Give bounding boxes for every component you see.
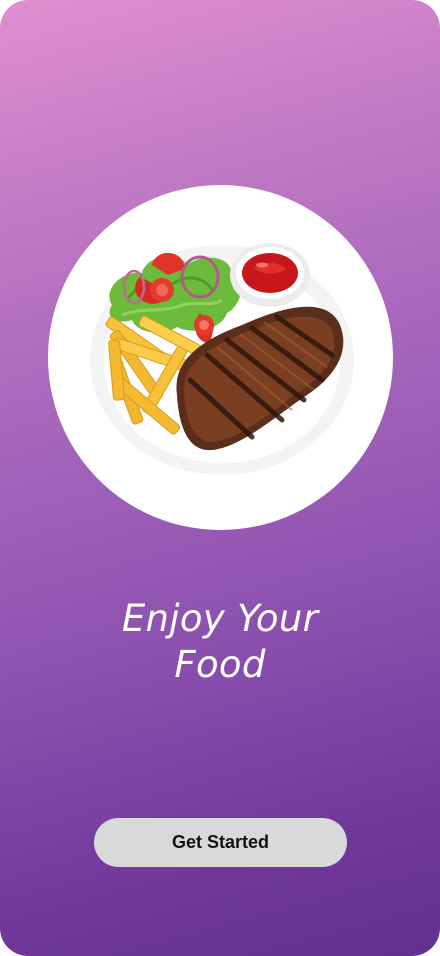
onboarding-screen: Enjoy Your Food Get Started: [0, 0, 440, 956]
headline-line-2: Food: [174, 643, 266, 686]
headline-line-1: Enjoy Your: [121, 597, 319, 640]
food-plate-image: [90, 243, 354, 475]
headline: Enjoy Your Food: [0, 596, 440, 688]
get-started-button[interactable]: Get Started: [94, 818, 347, 867]
ketchup-bowl: [230, 243, 310, 307]
